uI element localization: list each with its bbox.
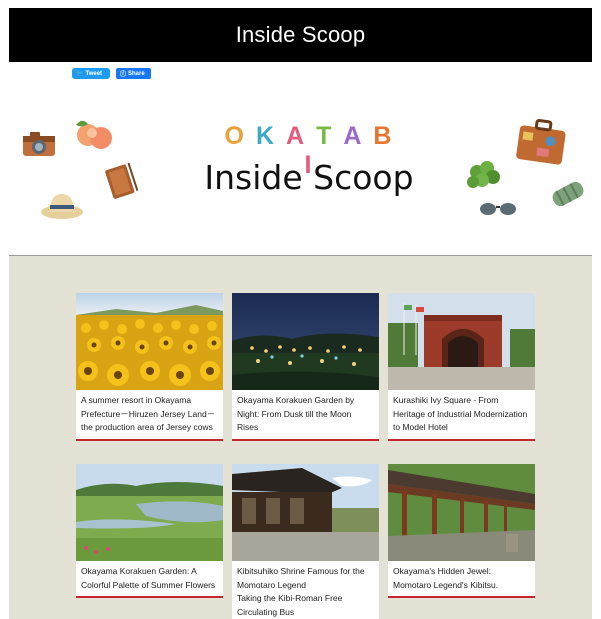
article-image-sunflower-field	[76, 293, 223, 390]
hat-illustration	[41, 194, 83, 219]
hero-banner: 🐦 Tweet ⓕ Share OKATABI Inside Scoop	[9, 62, 592, 256]
article-caption: Okayama Korakuen Garden: A Colorful Pale…	[81, 566, 216, 590]
article-card[interactable]: Okayama's Hidden Jewel: Momotaro Legend'…	[388, 464, 535, 598]
article-image-shrine	[232, 464, 379, 561]
share-label: Share	[128, 70, 145, 77]
brand-letter: A	[343, 122, 374, 150]
article-caption: Okayama's Hidden Jewel: Momotaro Legend'…	[393, 566, 499, 590]
article-card[interactable]: Kibitsuhiko Shrine Famous for the Momota…	[232, 464, 379, 619]
peach-illustration	[76, 120, 112, 149]
article-caption: Okayama Korakuen Garden by Night: From D…	[237, 395, 355, 432]
sunglasses-illustration	[480, 203, 516, 215]
facebook-share-button[interactable]: ⓕ Share	[116, 68, 151, 79]
facebook-icon: ⓕ	[120, 72, 127, 78]
article-image-brick-gate	[388, 293, 535, 390]
article-grid: A summer resort in Okayama Prefecture－Hi…	[9, 256, 592, 619]
article-card[interactable]: A summer resort in Okayama Prefecture－Hi…	[76, 293, 223, 441]
brand-letter: K	[255, 122, 287, 150]
camera-illustration	[23, 132, 55, 156]
towel-illustration	[552, 181, 584, 207]
hero-title: Inside Scoop	[204, 158, 414, 197]
article-card[interactable]: Kurashiki Ivy Square - From Heritage of …	[388, 293, 535, 441]
article-image-night-garden	[232, 293, 379, 390]
article-image-garden-pond	[76, 464, 223, 561]
page-frame: Inside Scoop 🐦 Tweet ⓕ Share OKATABI Ins…	[9, 8, 592, 619]
suitcase-illustration	[516, 119, 566, 165]
grapes-illustration	[467, 161, 500, 188]
article-card[interactable]: Okayama Korakuen Garden: A Colorful Pale…	[76, 464, 223, 598]
notebook-illustration	[105, 162, 139, 199]
top-bar: Inside Scoop	[9, 8, 592, 62]
page-title: Inside Scoop	[235, 22, 366, 47]
twitter-icon: 🐦	[76, 71, 84, 77]
brand-letter: B	[373, 122, 404, 150]
article-caption: Kurashiki Ivy Square - From Heritage of …	[393, 395, 528, 432]
tweet-label: Tweet	[85, 70, 103, 77]
article-caption: A summer resort in Okayama Prefecture－Hi…	[81, 395, 216, 432]
tweet-button[interactable]: 🐦 Tweet	[72, 68, 110, 79]
article-image-corridor	[388, 464, 535, 561]
brand-letter: O	[224, 122, 256, 150]
brand-letter: A	[286, 122, 317, 150]
article-caption: Kibitsuhiko Shrine Famous for the Momota…	[237, 566, 365, 617]
brand-letter: T	[316, 122, 344, 150]
share-buttons: 🐦 Tweet ⓕ Share	[72, 68, 151, 79]
article-card[interactable]: Okayama Korakuen Garden by Night: From D…	[232, 293, 379, 441]
